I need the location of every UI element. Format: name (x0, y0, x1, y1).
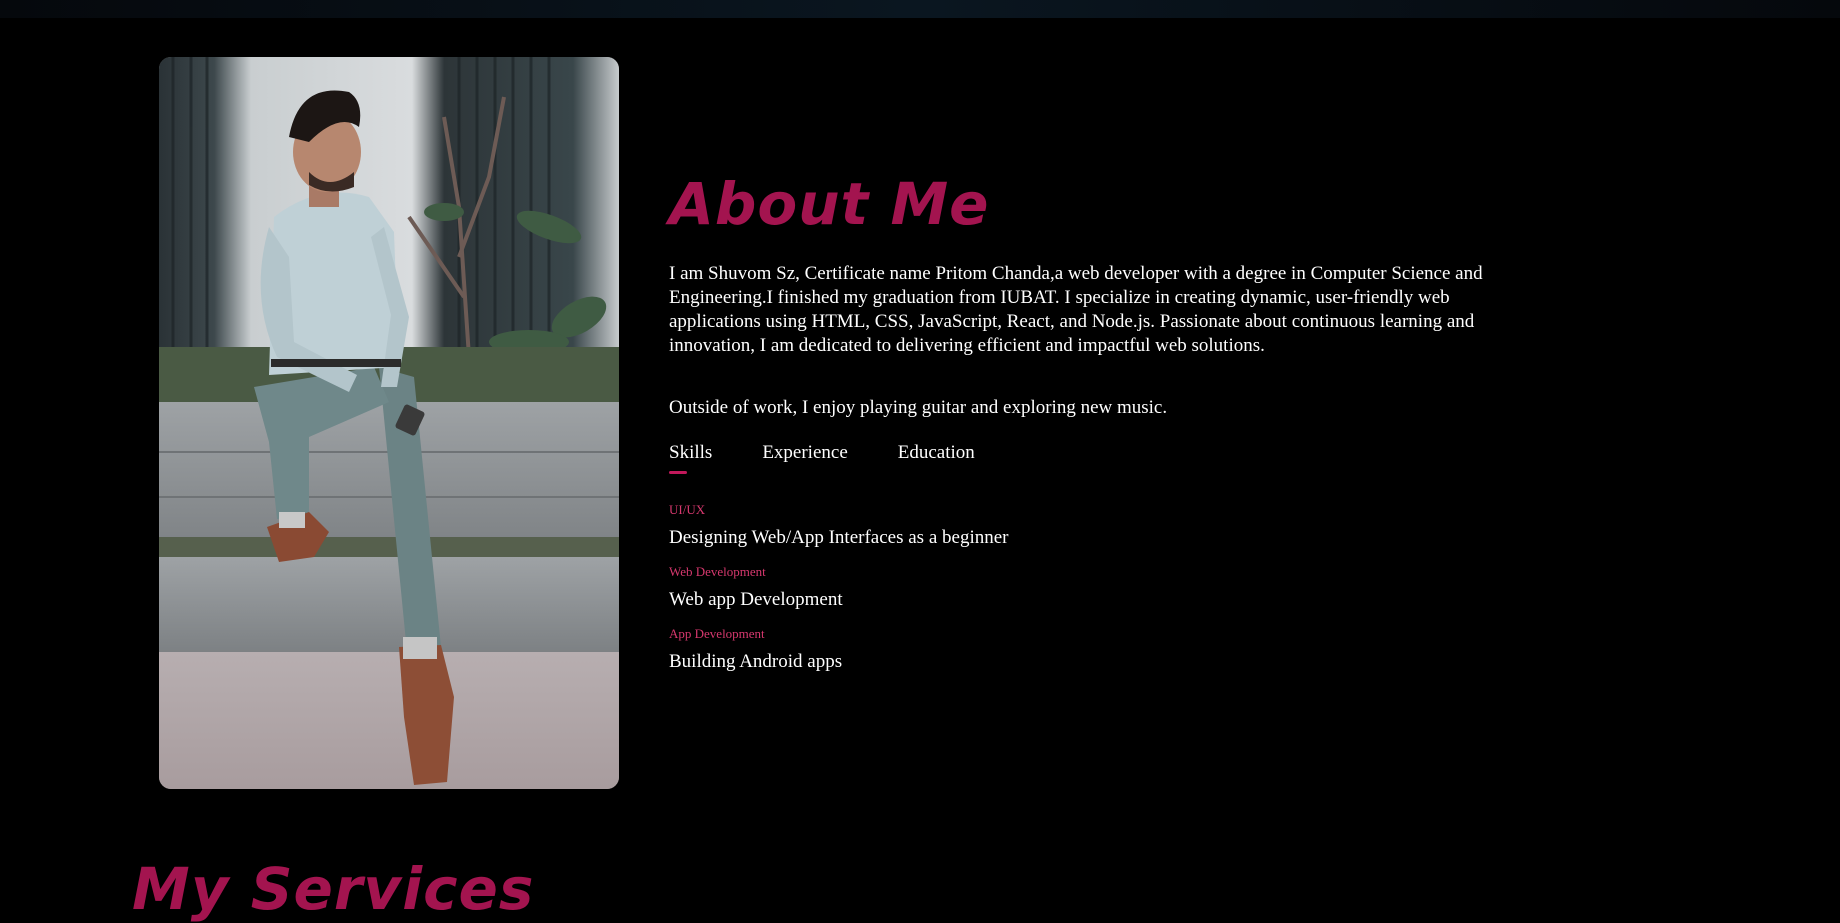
about-section: About Me I am Shuvom Sz, Certificate nam… (669, 160, 1569, 688)
about-bio: I am Shuvom Sz, Certificate name Pritom … (669, 263, 1483, 356)
list-item: UI/UX Designing Web/App Interfaces as a … (669, 502, 1569, 550)
tab-active-underline (669, 471, 687, 474)
about-tabs: Skills Experience Education (669, 442, 1569, 474)
skill-category: App Development (669, 626, 765, 641)
profile-photo (159, 57, 619, 789)
tab-experience[interactable]: Experience (762, 442, 847, 474)
about-hobby: Outside of work, I enjoy playing guitar … (669, 397, 1168, 418)
skill-category: UI/UX (669, 502, 706, 517)
tab-experience-label: Experience (762, 442, 848, 463)
tab-skills[interactable]: Skills (669, 442, 712, 474)
tab-skills-label: Skills (669, 442, 713, 463)
list-item: Web Development Web app Development (669, 564, 1569, 612)
tab-education-label: Education (897, 442, 975, 463)
about-title: About Me (669, 170, 990, 238)
top-navbar-strip (0, 0, 1840, 18)
skill-category: Web Development (669, 564, 766, 579)
list-item: App Development Building Android apps (669, 626, 1569, 674)
skill-description: Designing Web/App Interfaces as a beginn… (669, 527, 1009, 548)
skills-list: UI/UX Designing Web/App Interfaces as a … (669, 502, 1569, 674)
skill-description: Web app Development (669, 589, 843, 610)
services-title: My Services (132, 855, 535, 923)
tab-education[interactable]: Education (898, 442, 975, 474)
skill-description: Building Android apps (669, 651, 843, 672)
